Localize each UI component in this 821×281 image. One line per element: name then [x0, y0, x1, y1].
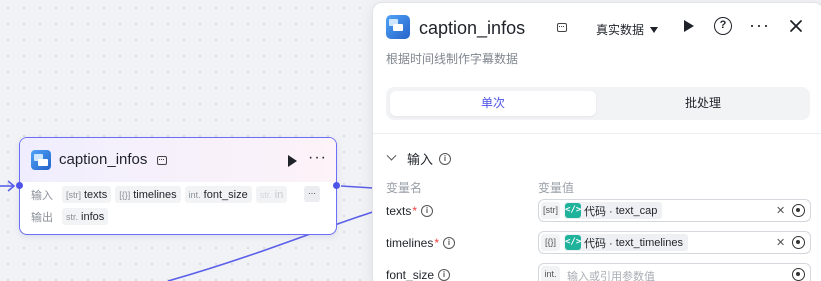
info-icon: i — [439, 152, 452, 165]
data-mode-dropdown[interactable]: 真实数据 — [596, 21, 659, 38]
value-placeholder: 输入或引用参数值 — [567, 271, 655, 281]
param-label-texts: texts * i — [386, 204, 434, 218]
chevron-down-icon — [650, 26, 659, 33]
param-label-timelines: timelines * i — [386, 236, 456, 250]
node-header: caption_infos ··· — [20, 138, 336, 182]
code-icon: </> — [565, 235, 581, 250]
run-button[interactable] — [684, 20, 694, 32]
app-cube-icon — [386, 15, 410, 39]
edge-out-connection — [340, 185, 374, 189]
input-section-toggle[interactable]: 输入 i — [386, 149, 452, 168]
reference-target-icon[interactable] — [792, 204, 805, 217]
node-inputs-row: 输入 [str] texts [{}] timelines int. font_siz… — [31, 186, 288, 203]
tab-single[interactable]: 单次 — [390, 91, 596, 116]
info-icon: i — [443, 237, 456, 249]
reference-target-icon[interactable] — [792, 268, 805, 281]
more-icon[interactable]: ··· — [308, 150, 327, 166]
node-input-port[interactable] — [16, 182, 23, 189]
more-icon[interactable]: ··· — [749, 16, 770, 34]
node-input-chip: [{}] timelines — [115, 186, 181, 203]
node-output-port[interactable] — [333, 182, 340, 189]
tab-batch[interactable]: 批处理 — [600, 91, 806, 116]
close-icon[interactable] — [788, 18, 804, 34]
param-value-font-size[interactable]: int. 输入或引用参数值 — [538, 263, 811, 281]
panel-description: 根据时间线制作字幕数据 — [386, 52, 519, 66]
required-mark: * — [412, 204, 418, 218]
reference-chip[interactable]: </> 代码 · text_cap — [564, 202, 663, 219]
robot-icon — [157, 156, 167, 165]
workflow-node-caption-infos[interactable]: caption_infos ··· 输入 [str] texts [{}] time… — [19, 137, 337, 235]
code-icon: </> — [565, 203, 581, 218]
reference-chip[interactable]: </> 代码 · text_timelines — [564, 234, 688, 251]
node-title: caption_infos — [59, 151, 148, 168]
param-value-texts[interactable]: [str] </> 代码 · text_cap ✕ — [538, 199, 811, 222]
divider — [373, 133, 821, 134]
app-cube-icon — [31, 150, 51, 170]
help-icon[interactable]: ? — [714, 17, 732, 35]
more-inputs-button[interactable]: ... — [304, 186, 320, 202]
param-value-timelines[interactable]: [{}] </> 代码 · text_timelines ✕ — [538, 231, 811, 254]
node-input-label: 输入 — [31, 189, 53, 202]
column-header-name: 变量名 — [386, 181, 423, 195]
param-label-font-size: font_size i — [386, 268, 451, 281]
data-mode-label: 真实数据 — [596, 23, 645, 37]
clear-icon[interactable]: ✕ — [776, 236, 785, 249]
node-output-chip: str. infos — [62, 208, 109, 225]
node-input-chip: str. in — [255, 186, 288, 203]
column-header-value: 变量值 — [538, 181, 575, 195]
section-title: 输入 — [407, 152, 434, 167]
info-icon: i — [438, 269, 451, 281]
node-detail-panel: caption_infos 真实数据 ? ··· 根据时间线制作字幕数据 单次 … — [372, 2, 821, 281]
node-input-chip: int. font_size — [184, 186, 252, 203]
type-tag: [str] — [541, 202, 560, 219]
node-outputs-row: 输出 str. infos — [31, 208, 109, 225]
type-tag: int. — [541, 266, 560, 281]
reference-target-icon[interactable] — [792, 236, 805, 249]
edge-in-arrowhead — [7, 180, 16, 192]
node-output-label: 输出 — [31, 211, 53, 224]
type-tag: [{}] — [541, 234, 560, 251]
run-mode-tabs: 单次 批处理 — [386, 87, 810, 120]
chevron-down-icon — [386, 150, 397, 161]
robot-icon — [557, 23, 567, 32]
play-icon[interactable] — [288, 155, 297, 167]
node-input-chip: [str] texts — [62, 186, 112, 203]
clear-icon[interactable]: ✕ — [776, 204, 785, 217]
panel-title: caption_infos — [419, 18, 526, 38]
info-icon: i — [421, 205, 434, 217]
required-mark: * — [434, 236, 440, 250]
